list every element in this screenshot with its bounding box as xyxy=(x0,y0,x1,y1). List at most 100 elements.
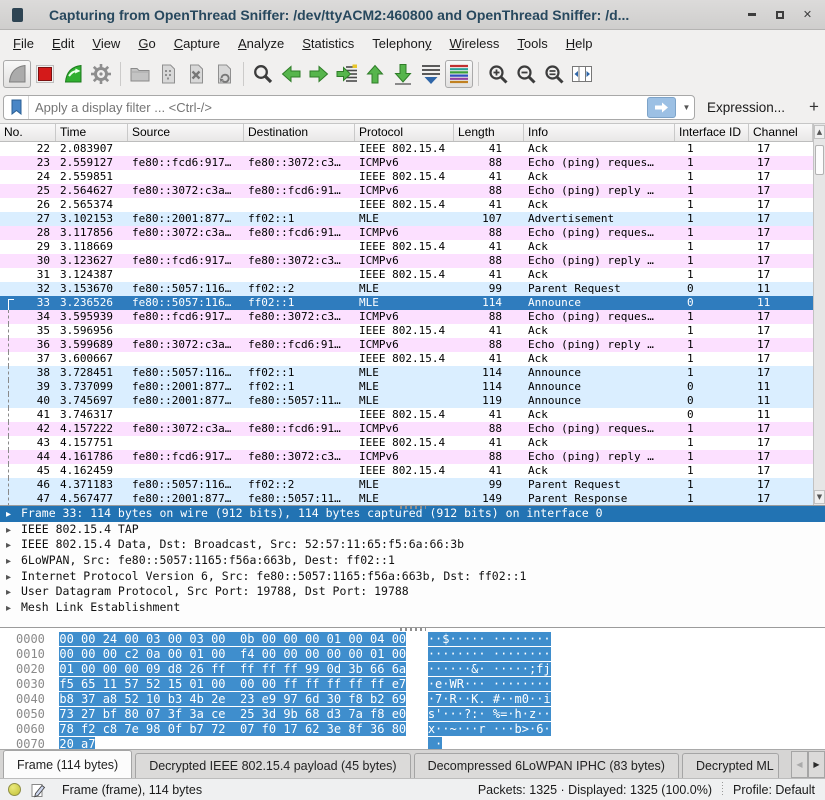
packet-row[interactable]: 363.599689fe80::3072:c3a…fe80::fcd6:91…I… xyxy=(0,338,813,352)
packet-row[interactable]: 303.123627fe80::fcd6:917…fe80::3072:c3…I… xyxy=(0,254,813,268)
scroll-up-button[interactable]: ▲ xyxy=(814,125,825,139)
packet-row[interactable]: 283.117856fe80::3072:c3a…fe80::fcd6:91…I… xyxy=(0,226,813,240)
packet-row[interactable]: 393.737099fe80::2001:877…ff02::1MLE114An… xyxy=(0,380,813,394)
go-to-packet-button[interactable] xyxy=(333,60,361,88)
maximize-button[interactable] xyxy=(774,9,785,20)
packet-row[interactable]: 242.559851IEEE 802.15.441Ack117 xyxy=(0,170,813,184)
packet-row[interactable]: 273.102153fe80::2001:877…ff02::1MLE107Ad… xyxy=(0,212,813,226)
colorize-button[interactable] xyxy=(445,60,473,88)
filter-apply-button[interactable] xyxy=(647,97,676,118)
stop-capture-button[interactable] xyxy=(31,60,59,88)
capture-options-button[interactable] xyxy=(87,60,115,88)
column-header-destination[interactable]: Destination xyxy=(244,124,355,141)
hex-bytes[interactable]: 73 27 bf 80 07 3f 3a ce 25 3d 9b 68 d3 7… xyxy=(59,707,406,721)
column-header-info[interactable]: Info xyxy=(524,124,675,141)
find-packet-button[interactable] xyxy=(249,60,277,88)
display-filter-field[interactable]: ▼ xyxy=(3,95,695,120)
hex-ascii[interactable]: ··$····· ········ xyxy=(428,632,551,646)
column-header-iface[interactable]: Interface ID xyxy=(675,124,749,141)
hex-bytes[interactable]: 20 a7 xyxy=(59,737,95,749)
expand-triangle-icon[interactable]: ▸ xyxy=(6,585,21,601)
expand-triangle-icon[interactable]: ▸ xyxy=(6,523,21,539)
menu-view[interactable]: View xyxy=(83,32,129,55)
hex-ascii[interactable]: s'···?:· %=·h·z·· xyxy=(428,707,551,721)
close-button[interactable]: ✕ xyxy=(802,9,813,20)
hex-bytes[interactable]: 78 f2 c8 7e 98 0f b7 72 07 f0 17 62 3e 8… xyxy=(59,722,406,736)
first-packet-button[interactable] xyxy=(361,60,389,88)
packet-row[interactable]: 293.118669IEEE 802.15.441Ack117 xyxy=(0,240,813,254)
packet-row[interactable]: 222.083907IEEE 802.15.441Ack117 xyxy=(0,142,813,156)
packet-row[interactable]: 444.161786fe80::fcd6:917…fe80::3072:c3…I… xyxy=(0,450,813,464)
menu-help[interactable]: Help xyxy=(557,32,602,55)
column-header-length[interactable]: Length xyxy=(454,124,524,141)
detail-line[interactable]: ▸6LoWPAN, Src: fe80::5057:1165:f56a:663b… xyxy=(0,553,825,569)
hex-row[interactable]: 0070 20 a7 · xyxy=(0,737,825,749)
zoom-out-button[interactable] xyxy=(512,60,540,88)
packet-row[interactable]: 434.157751IEEE 802.15.441Ack117 xyxy=(0,436,813,450)
hex-row[interactable]: 0040 b8 37 a8 52 10 b3 4b 2e 23 e9 97 6d… xyxy=(0,692,825,707)
last-packet-button[interactable] xyxy=(389,60,417,88)
menu-edit[interactable]: Edit xyxy=(43,32,83,55)
hex-row[interactable]: 0030 f5 65 11 57 52 15 01 00 00 00 ff ff… xyxy=(0,677,825,692)
packet-row[interactable]: 474.567477fe80::2001:877…fe80::5057:11…M… xyxy=(0,492,813,505)
packet-row[interactable]: 403.745697fe80::2001:877…fe80::5057:11…M… xyxy=(0,394,813,408)
zoom-in-button[interactable] xyxy=(484,60,512,88)
scroll-down-button[interactable]: ▼ xyxy=(814,490,825,504)
hex-ascii[interactable]: ······&· ·····;fj xyxy=(428,662,551,676)
expression-button[interactable]: Expression... xyxy=(707,100,785,115)
hex-row[interactable]: 0000 00 00 24 00 03 00 03 00 0b 00 00 00… xyxy=(0,632,825,647)
column-header-no[interactable]: No. xyxy=(0,124,56,141)
packet-row[interactable]: 353.596956IEEE 802.15.441Ack117 xyxy=(0,324,813,338)
pane-splitter-handle[interactable] xyxy=(400,506,426,509)
column-header-channel[interactable]: Channel xyxy=(749,124,813,141)
menu-go[interactable]: Go xyxy=(129,32,164,55)
hex-bytes[interactable]: 00 00 24 00 03 00 03 00 0b 00 00 00 01 0… xyxy=(59,632,406,646)
column-header-time[interactable]: Time xyxy=(56,124,128,141)
hex-bytes[interactable]: 00 00 00 c2 0a 00 01 00 f4 00 00 00 00 0… xyxy=(59,647,406,661)
hex-ascii[interactable]: ·7·R··K. #··m0··i xyxy=(428,692,551,706)
menu-telephony[interactable]: Telephony xyxy=(363,32,440,55)
hex-bytes[interactable]: f5 65 11 57 52 15 01 00 00 00 ff ff ff f… xyxy=(59,677,406,691)
menu-statistics[interactable]: Statistics xyxy=(293,32,363,55)
packet-row[interactable]: 464.371183fe80::5057:116…ff02::2MLE99Par… xyxy=(0,478,813,492)
packet-row[interactable]: 373.600667IEEE 802.15.441Ack117 xyxy=(0,352,813,366)
hex-row[interactable]: 0010 00 00 00 c2 0a 00 01 00 f4 00 00 00… xyxy=(0,647,825,662)
scroll-thumb[interactable] xyxy=(815,145,824,175)
packet-row[interactable]: 252.564627fe80::3072:c3a…fe80::fcd6:91…I… xyxy=(0,184,813,198)
detail-line[interactable]: ▸User Datagram Protocol, Src Port: 19788… xyxy=(0,584,825,600)
column-header-source[interactable]: Source xyxy=(128,124,244,141)
expand-triangle-icon[interactable]: ▸ xyxy=(6,507,21,523)
expand-triangle-icon[interactable]: ▸ xyxy=(6,554,21,570)
tab-scroll-right-button[interactable]: ▶ xyxy=(808,751,825,778)
capture-comment-icon[interactable] xyxy=(31,782,46,798)
menu-tools[interactable]: Tools xyxy=(508,32,556,55)
packet-row[interactable]: 262.565374IEEE 802.15.441Ack117 xyxy=(0,198,813,212)
packet-row[interactable]: 383.728451fe80::5057:116…ff02::1MLE114An… xyxy=(0,366,813,380)
expert-info-icon[interactable] xyxy=(8,783,21,796)
packet-row[interactable]: 343.595939fe80::fcd6:917…fe80::3072:c3…I… xyxy=(0,310,813,324)
display-filter-input[interactable] xyxy=(29,100,647,115)
restart-capture-button[interactable] xyxy=(59,60,87,88)
filter-bookmark-icon[interactable] xyxy=(4,96,29,119)
hex-bytes[interactable]: b8 37 a8 52 10 b3 4b 2e 23 e9 97 6d 30 f… xyxy=(59,692,406,706)
packet-list-scrollbar[interactable]: ▲ ▼ xyxy=(813,124,825,505)
next-packet-button[interactable] xyxy=(305,60,333,88)
pane-splitter-handle[interactable] xyxy=(400,628,426,631)
menu-analyze[interactable]: Analyze xyxy=(229,32,293,55)
zoom-reset-button[interactable] xyxy=(540,60,568,88)
detail-line[interactable]: ▸IEEE 802.15.4 Data, Dst: Broadcast, Src… xyxy=(0,537,825,553)
packet-row[interactable]: 424.157222fe80::3072:c3a…fe80::fcd6:91…I… xyxy=(0,422,813,436)
detail-line[interactable]: ▸Internet Protocol Version 6, Src: fe80:… xyxy=(0,569,825,585)
auto-scroll-button[interactable] xyxy=(417,60,445,88)
hex-ascii[interactable]: · xyxy=(428,737,442,749)
tab-decrypted-payload[interactable]: Decrypted IEEE 802.15.4 payload (45 byte… xyxy=(135,753,410,778)
packet-row[interactable]: 454.162459IEEE 802.15.441Ack117 xyxy=(0,464,813,478)
hex-row[interactable]: 0060 78 f2 c8 7e 98 0f b7 72 07 f0 17 62… xyxy=(0,722,825,737)
expand-triangle-icon[interactable]: ▸ xyxy=(6,570,21,586)
tab-frame[interactable]: Frame (114 bytes) xyxy=(3,750,132,778)
tab-decrypted-mle[interactable]: Decrypted ML xyxy=(682,753,779,778)
add-filter-button[interactable]: + xyxy=(809,97,819,117)
minimize-button[interactable] xyxy=(746,9,757,20)
hex-ascii[interactable]: ········ ········ xyxy=(428,647,551,661)
packet-row[interactable]: 333.236526fe80::5057:116…ff02::1MLE114An… xyxy=(0,296,813,310)
